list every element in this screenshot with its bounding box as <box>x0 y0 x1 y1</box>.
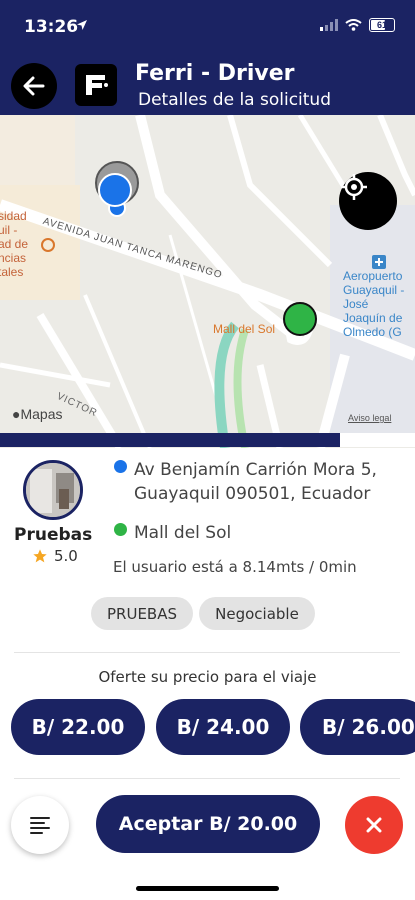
status-bar: 13:26 61 <box>0 0 415 55</box>
tag-negociable: Negociable <box>199 597 315 630</box>
rating-value: 5.0 <box>54 547 78 565</box>
wifi-icon <box>345 19 362 31</box>
locate-button[interactable] <box>339 172 397 230</box>
origin-address: Av Benjamín Carrión Mora 5, Guayaquil 09… <box>134 460 377 504</box>
map-label-mall: Mall del Sol <box>213 322 276 336</box>
map-label-place-1: sidad uil - ad de ncias tales <box>0 209 29 279</box>
accept-button[interactable]: Aceptar B/ 20.00 <box>96 795 320 853</box>
map-label-airport: Aeropuerto Guayaquil - José Joaquín de O… <box>343 269 405 339</box>
close-icon <box>366 817 382 833</box>
ferri-logo <box>75 64 117 106</box>
passenger-avatar <box>23 460 83 520</box>
destination-dot-icon <box>114 523 127 536</box>
menu-lines-icon <box>30 817 50 834</box>
price-option-button[interactable]: B/ 26.00 <box>300 699 415 755</box>
page-subtitle: Detalles de la solicitud <box>138 90 332 110</box>
app-header: Ferri - Driver Detalles de la solicitud <box>0 55 415 115</box>
price-option-button[interactable]: B/ 24.00 <box>156 699 290 755</box>
price-option-button[interactable]: B/ 22.00 <box>11 699 145 755</box>
destination-marker[interactable] <box>282 301 318 337</box>
battery-level: 61 <box>376 20 387 30</box>
back-button[interactable] <box>11 63 57 109</box>
cancel-button[interactable] <box>345 796 403 854</box>
signal-icon <box>320 19 338 31</box>
status-icons: 61 <box>320 18 395 32</box>
distance-info: El usuario está a 8.14mts / 0min <box>113 558 357 576</box>
battery-icon: 61 <box>369 18 395 32</box>
home-indicator <box>136 886 279 891</box>
origin-marker[interactable] <box>93 159 141 221</box>
timer-progress-bar <box>0 433 415 447</box>
location-arrow-icon <box>77 20 87 30</box>
status-time: 13:26 <box>24 17 79 37</box>
crosshair-icon <box>341 174 367 200</box>
menu-button[interactable] <box>11 796 69 854</box>
destination-address: Mall del Sol <box>134 523 232 543</box>
divider <box>14 652 400 653</box>
divider <box>14 778 400 779</box>
origin-dot-icon <box>114 460 127 473</box>
offer-title: Oferte su precio para el viaje <box>98 668 317 686</box>
timer-progress-fill <box>0 433 341 447</box>
map-view[interactable]: sidad uil - ad de ncias tales AVENIDA JU… <box>0 115 415 448</box>
star-icon <box>33 549 47 563</box>
legal-link[interactable]: Aviso legal <box>348 411 391 425</box>
maps-brand: ●Mapas <box>12 406 63 422</box>
arrow-left-icon <box>23 76 45 96</box>
page-title: Ferri - Driver <box>135 61 295 86</box>
tag-pruebas: PRUEBAS <box>91 597 193 630</box>
passenger-name: Pruebas <box>14 525 93 545</box>
passenger-rating: 5.0 <box>32 547 78 565</box>
